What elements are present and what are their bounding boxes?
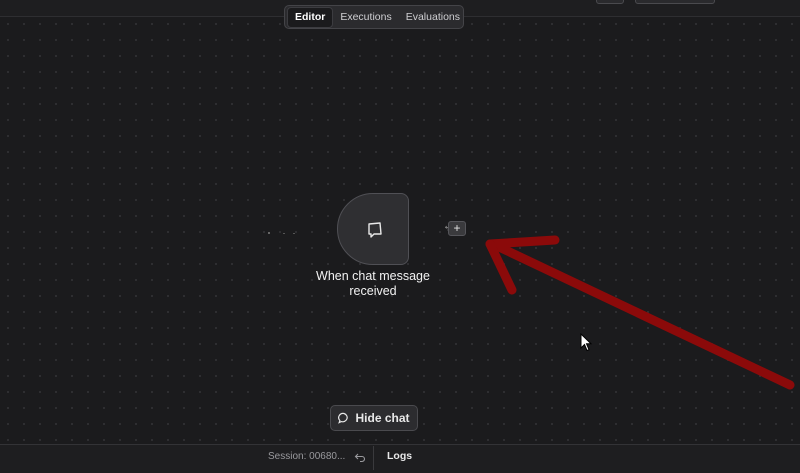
chat-trigger-node[interactable] (337, 193, 409, 265)
add-node-button[interactable]: + (448, 221, 466, 236)
mouse-cursor-icon (580, 333, 593, 352)
chat-icon (338, 412, 349, 424)
undo-icon[interactable] (354, 451, 366, 463)
canvas-marker (293, 233, 295, 234)
footer-divider (373, 446, 374, 470)
chat-bubble-icon (368, 222, 382, 238)
node-label: When chat message received (316, 269, 430, 298)
tab-editor[interactable]: Editor (287, 6, 334, 28)
top-control[interactable] (596, 0, 624, 4)
tab-evaluations[interactable]: Evaluations (399, 8, 467, 27)
hide-chat-button[interactable]: Hide chat (330, 405, 418, 431)
view-tabs: Editor Executions Evaluations (284, 5, 464, 29)
tab-executions[interactable]: Executions (333, 8, 398, 27)
logs-tab[interactable]: Logs (387, 450, 412, 462)
canvas-marker (268, 232, 270, 234)
hide-chat-label: Hide chat (355, 411, 410, 425)
top-control-button[interactable] (635, 0, 715, 4)
session-id: Session: 00680... (268, 451, 346, 462)
canvas-marker (283, 233, 285, 234)
